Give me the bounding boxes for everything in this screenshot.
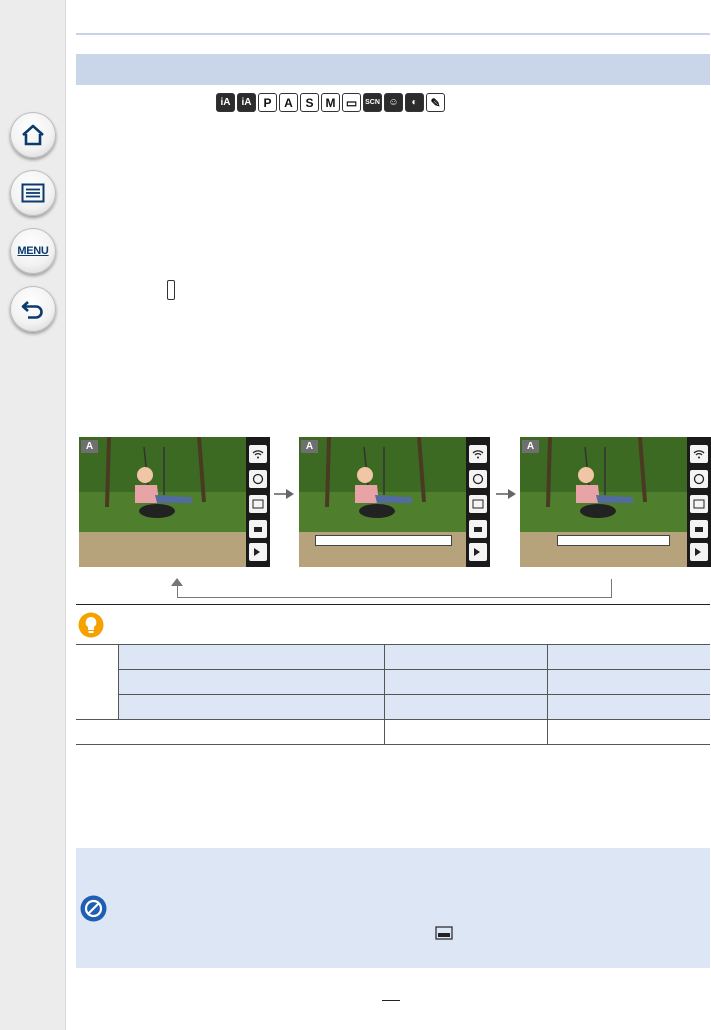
page-number-underline: [382, 1000, 400, 1001]
recording-mode-icons: iA iA P A S M ▭ SCN ☺ ◐ ✎: [216, 93, 445, 112]
movie-icon: [249, 520, 267, 538]
table-cell: [546, 669, 710, 695]
fn-button-icon: [167, 280, 175, 300]
menu-button[interactable]: MENU: [10, 228, 56, 274]
section-divider: [76, 604, 710, 605]
cycle-arrow-right-leg: [611, 579, 612, 598]
header-rule: [76, 33, 710, 35]
table-cell: [76, 644, 118, 720]
effect-label-box: [557, 535, 670, 546]
off-icon: [469, 495, 487, 513]
table-cell: [117, 694, 384, 720]
effect-label-box: [315, 535, 452, 546]
home-button[interactable]: [10, 112, 56, 158]
photo-style-icon: [435, 926, 453, 940]
movie-icon: [469, 520, 487, 538]
table-row: [76, 644, 710, 720]
creative-control-mode-icon: ✎: [426, 93, 445, 112]
panorama-mode-icon: ▭: [342, 93, 361, 112]
child-mode-icon: ☺: [384, 93, 403, 112]
table-cell: [383, 669, 547, 695]
intelligent-auto-mode-icon: iA: [216, 93, 235, 112]
camera-screen-1: A: [79, 437, 270, 567]
wifi-icon: [690, 445, 708, 463]
table-cell: [546, 644, 710, 670]
table-cell: [383, 719, 547, 745]
cycle-arrow-line: [177, 597, 612, 598]
off-icon: [690, 495, 708, 513]
swing-photo-2: [299, 437, 490, 567]
playback-icon: [249, 543, 267, 561]
mode-badge: A: [301, 440, 318, 453]
not-available-icon: [80, 895, 107, 922]
dial-icon: [690, 470, 708, 488]
sidebar-nav: MENU: [0, 0, 66, 1030]
mode-badge: A: [81, 440, 98, 453]
playback-icon: [469, 543, 487, 561]
right-arrow-icon: [496, 489, 516, 499]
table-cell: [546, 719, 710, 745]
table-cell: [383, 644, 547, 670]
mode-badge: A: [522, 440, 539, 453]
dial-icon: [469, 470, 487, 488]
portrait-mode-icon: ◐: [405, 93, 424, 112]
cycle-arrow-left-leg: [177, 584, 178, 598]
contents-button[interactable]: [10, 170, 56, 216]
playback-icon: [690, 543, 708, 561]
list-icon: [21, 183, 45, 203]
section-title-band: [76, 54, 710, 85]
table-row: [76, 719, 710, 745]
tip-lightbulb-icon: [78, 612, 104, 638]
aperture-priority-mode-icon: A: [279, 93, 298, 112]
menu-label: MENU: [17, 245, 49, 257]
table-cell: [76, 719, 384, 745]
swing-photo-3: [520, 437, 711, 567]
up-arrow-icon: [171, 578, 183, 586]
table-row: [76, 694, 710, 720]
off-icon: [249, 495, 267, 513]
scene-guide-mode-icon: SCN: [363, 93, 382, 112]
shutter-priority-mode-icon: S: [300, 93, 319, 112]
manual-exposure-mode-icon: M: [321, 93, 340, 112]
touch-tab-strip: [687, 437, 711, 567]
note-box: [76, 848, 710, 968]
settings-table: [76, 644, 710, 745]
table-cell: [383, 694, 547, 720]
home-icon: [20, 123, 46, 147]
back-arrow-icon: [20, 298, 46, 320]
right-arrow-icon: [274, 489, 294, 499]
wifi-icon: [469, 445, 487, 463]
program-ae-mode-icon: P: [258, 93, 277, 112]
camera-screen-2: A: [299, 437, 490, 567]
movie-icon: [690, 520, 708, 538]
touch-tab-strip: [466, 437, 490, 567]
swing-photo-1: [79, 437, 270, 567]
table-cell: [117, 669, 384, 695]
dial-icon: [249, 470, 267, 488]
back-button[interactable]: [10, 286, 56, 332]
touch-tab-strip: [246, 437, 270, 567]
camera-screen-3: A: [520, 437, 711, 567]
table-row: [76, 669, 710, 695]
intelligent-auto-plus-mode-icon: iA: [237, 93, 256, 112]
table-cell: [546, 694, 710, 720]
table-cell: [117, 644, 384, 670]
wifi-icon: [249, 445, 267, 463]
